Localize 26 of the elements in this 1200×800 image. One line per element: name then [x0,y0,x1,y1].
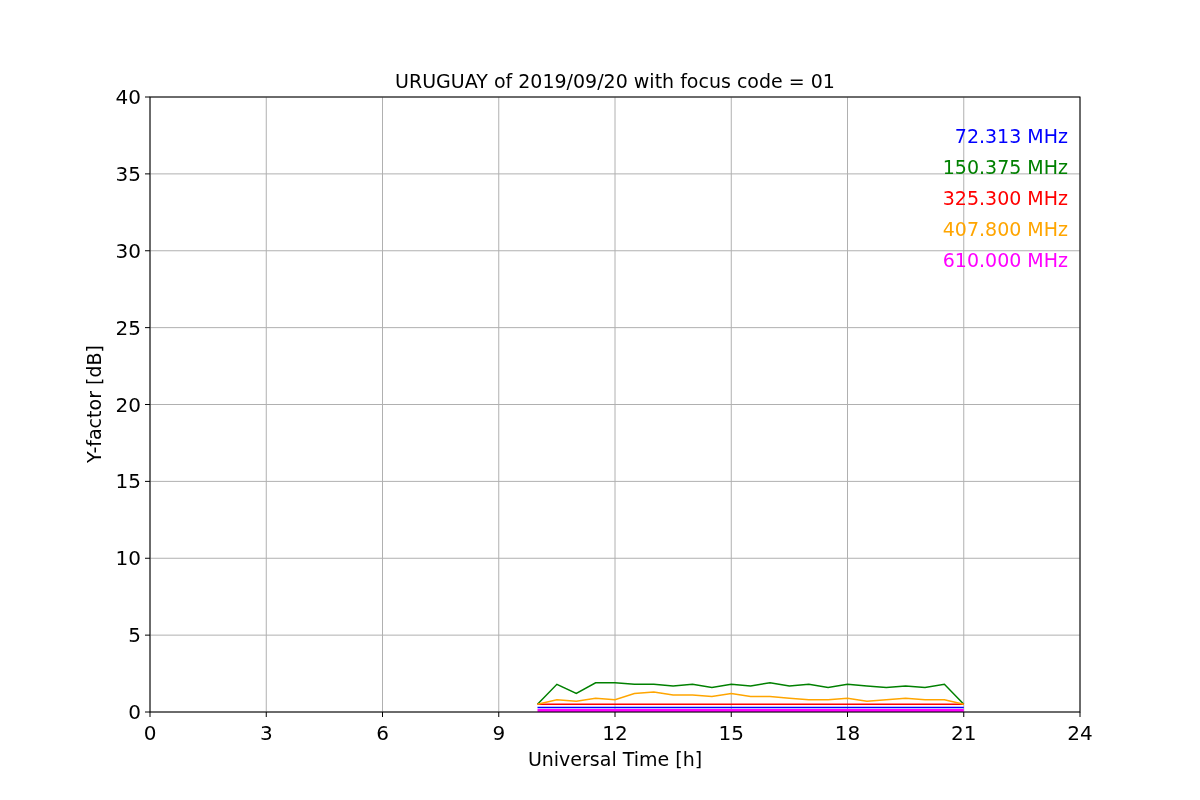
legend-label: 610.000 MHz [942,249,1068,271]
legend-label: 407.800 MHz [942,218,1068,240]
y-tick-label: 35 [115,161,141,186]
y-tick-label: 25 [115,315,141,340]
legend-label: 72.313 MHz [954,125,1068,147]
x-tick-label: 9 [492,721,506,745]
x-tick-label: 21 [951,721,977,745]
legend-label: 150.375 MHz [942,156,1068,178]
legend-label: 325.300 MHz [942,187,1068,209]
x-tick-label: 18 [834,721,861,745]
y-tick-label: 20 [115,392,141,417]
y-tick-label: 5 [128,623,141,648]
y-tick-label: 30 [115,238,141,263]
x-tick-label: 6 [376,721,389,745]
y-tick-label: 10 [115,546,141,571]
x-tick-label: 0 [143,721,157,745]
chart-title: URUGUAY of 2019/09/20 with focus code = 01 [395,70,835,92]
x-tick-label: 12 [602,721,628,745]
x-axis-label: Universal Time [h] [527,748,703,770]
y-tick-label: 0 [128,700,141,724]
y-tick-label: 40 [115,85,141,109]
y-tick-label: 15 [115,469,141,494]
x-tick-label: 24 [1067,721,1093,745]
y-axis-label: Y-factor [dB] [83,345,105,463]
x-tick-label: 15 [718,721,744,745]
x-tick-label: 3 [259,721,273,745]
